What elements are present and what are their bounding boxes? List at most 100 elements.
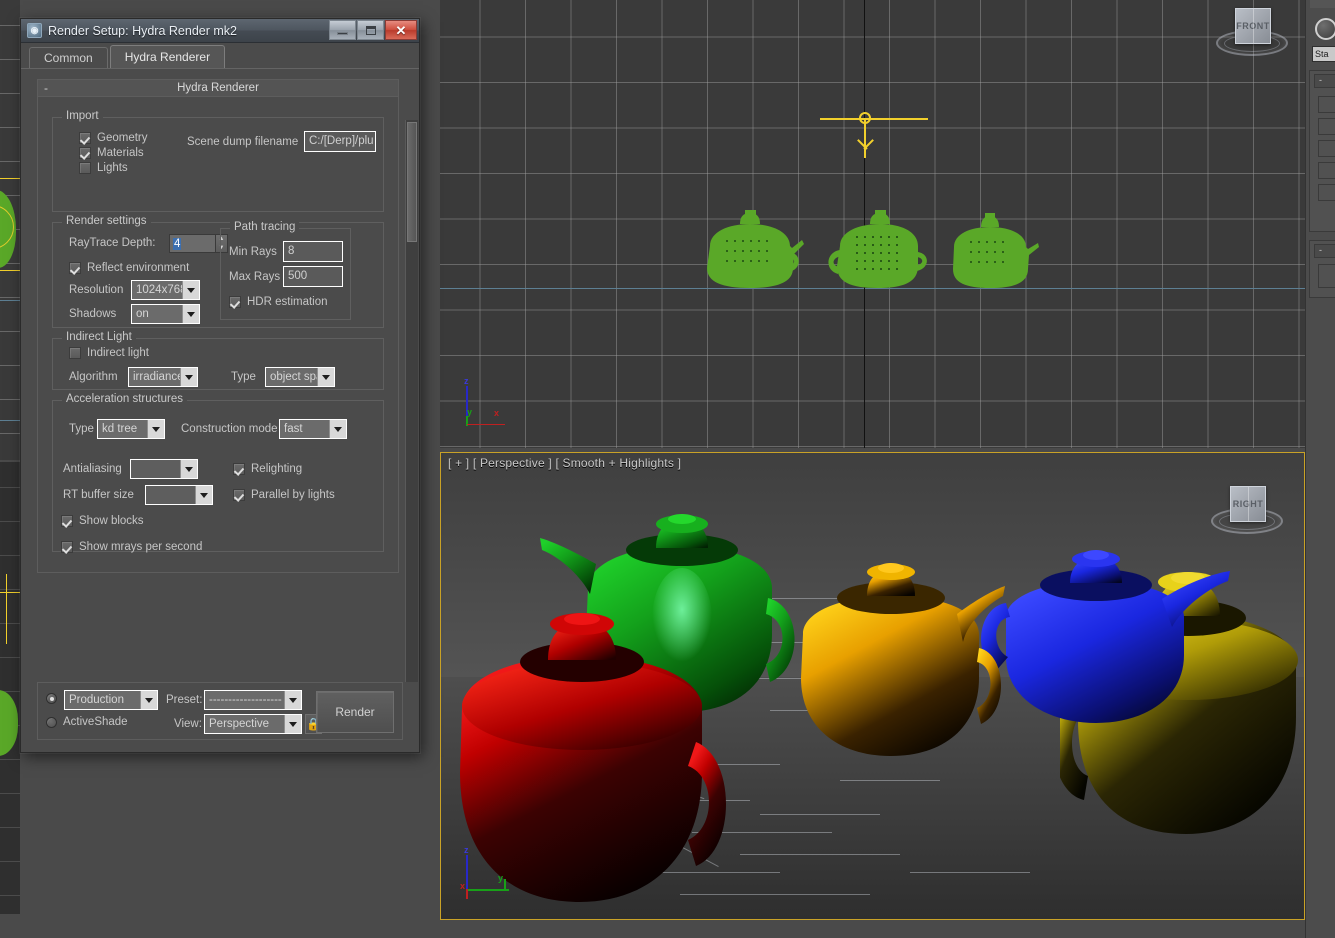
- max-rays-input[interactable]: 500: [283, 266, 343, 287]
- viewport-bottom-left-sliver[interactable]: [0, 462, 20, 914]
- label-resolution: Resolution: [69, 284, 123, 296]
- window-buttons[interactable]: ✕: [328, 20, 417, 40]
- maximize-button[interactable]: [357, 20, 384, 40]
- scene-dump-filename-input[interactable]: C:/[Derp]/plu: [304, 131, 376, 152]
- accel-type-dropdown[interactable]: kd tree: [97, 419, 165, 439]
- radio-activeshade[interactable]: ActiveShade: [46, 716, 128, 728]
- viewport-front[interactable]: z y x FRONT: [440, 0, 1305, 448]
- chevron-down-icon[interactable]: [180, 460, 197, 478]
- render-setup-dialog[interactable]: ◉ Render Setup: Hydra Render mk2 ✕ Commo…: [20, 18, 420, 753]
- shadows-value: on: [136, 308, 167, 320]
- indirect-type-dropdown[interactable]: object spa: [265, 367, 335, 387]
- teapot-blue[interactable]: [966, 537, 1246, 777]
- checkbox-hdr-estimation[interactable]: HDR estimation: [229, 296, 328, 308]
- checkbox-lights[interactable]: Lights: [79, 162, 148, 174]
- viewcube-perspective[interactable]: RIGHT: [1209, 480, 1285, 546]
- command-panel-button[interactable]: [1318, 118, 1335, 135]
- axis-tripod-front: z y x: [456, 378, 516, 433]
- viewcube-seam: [1248, 487, 1249, 521]
- chevron-down-icon[interactable]: [182, 305, 199, 323]
- checkbox-label: Parallel by lights: [251, 489, 335, 501]
- rt-buffer-size-dropdown[interactable]: [145, 485, 213, 505]
- teapot-silhouette-front-2[interactable]: [818, 210, 934, 292]
- teapot-silhouette-front-1[interactable]: [698, 210, 808, 292]
- chevron-down-icon[interactable]: [284, 691, 301, 709]
- dialog-titlebar[interactable]: ◉ Render Setup: Hydra Render mk2 ✕: [21, 19, 419, 43]
- raytrace-depth-input[interactable]: 4: [169, 234, 215, 253]
- chevron-down-icon[interactable]: [180, 368, 197, 386]
- floor-line: [910, 872, 1030, 873]
- rollout-header[interactable]: - Hydra Renderer: [38, 80, 398, 97]
- command-panel-button[interactable]: [1318, 96, 1335, 113]
- dialog-scrollbar[interactable]: [405, 120, 418, 682]
- renderer-mode-dropdown[interactable]: Production: [64, 690, 158, 710]
- render-button[interactable]: Render: [316, 691, 394, 733]
- checkbox-indirect-light[interactable]: Indirect light: [69, 347, 149, 359]
- radio-production[interactable]: [46, 693, 63, 704]
- viewport-divider[interactable]: [440, 448, 1305, 452]
- tab-common[interactable]: Common: [29, 47, 108, 68]
- chevron-down-icon[interactable]: [329, 420, 346, 438]
- chevron-down-icon[interactable]: [195, 486, 212, 504]
- render-setup-icon: ◉: [27, 23, 42, 38]
- direct-light-gizmo[interactable]: [820, 108, 930, 168]
- command-panel[interactable]: Sta - -: [1305, 0, 1335, 938]
- algorithm-dropdown[interactable]: irradiance: [128, 367, 198, 387]
- resolution-dropdown[interactable]: 1024x768: [131, 280, 200, 300]
- command-panel-rollout-header-2[interactable]: -: [1314, 244, 1335, 258]
- scrollbar-thumb[interactable]: [407, 122, 417, 242]
- command-panel-rollout-header-1[interactable]: -: [1314, 74, 1335, 88]
- command-panel-button[interactable]: [1318, 162, 1335, 179]
- tab-label: Hydra Renderer: [125, 50, 210, 64]
- tab-hydra-renderer[interactable]: Hydra Renderer: [110, 45, 225, 68]
- shadows-dropdown[interactable]: on: [131, 304, 200, 324]
- min-rays-input[interactable]: 8: [283, 241, 343, 262]
- viewcube-cube[interactable]: RIGHT: [1230, 486, 1266, 522]
- chevron-down-icon[interactable]: [182, 281, 199, 299]
- command-panel-button[interactable]: [1318, 184, 1335, 201]
- viewcube-front[interactable]: FRONT: [1214, 2, 1290, 68]
- renderer-mode-value: Production: [69, 694, 142, 706]
- floor-line: [740, 854, 900, 855]
- raytrace-depth-value: 4: [173, 238, 181, 250]
- checkbox-box: [79, 162, 91, 174]
- light-gizmo-line: [0, 270, 20, 271]
- axis-label-z: z: [464, 845, 469, 855]
- command-panel-button[interactable]: [1318, 140, 1335, 157]
- close-button[interactable]: ✕: [385, 20, 417, 40]
- construction-mode-dropdown[interactable]: fast: [279, 419, 347, 439]
- minimize-icon: [337, 32, 348, 35]
- minimize-button[interactable]: [329, 20, 356, 40]
- checkbox-relighting[interactable]: Relighting: [233, 463, 302, 475]
- viewport-top-left-sliver[interactable]: [0, 0, 20, 460]
- checkbox-reflect-environment[interactable]: Reflect environment: [69, 262, 189, 274]
- render-command-bar: Production ActiveShade Preset: ---------…: [37, 682, 403, 740]
- checkbox-show-mrays[interactable]: Show mrays per second: [61, 541, 202, 553]
- view-dropdown[interactable]: Perspective: [204, 714, 302, 734]
- checkbox-materials[interactable]: Materials: [79, 147, 148, 159]
- chevron-down-icon[interactable]: [140, 691, 157, 709]
- chevron-down-icon[interactable]: [147, 420, 164, 438]
- antialiasing-dropdown[interactable]: [130, 459, 198, 479]
- command-panel-color-swatch[interactable]: [1315, 18, 1335, 40]
- preset-dropdown[interactable]: -------------------: [204, 690, 302, 710]
- checkbox-label: Show blocks: [79, 515, 144, 527]
- checkbox-show-blocks[interactable]: Show blocks: [61, 515, 144, 527]
- checkbox-label: Reflect environment: [87, 262, 189, 274]
- checkbox-geometry[interactable]: Geometry: [79, 132, 148, 144]
- rollout-collapse-glyph[interactable]: -: [44, 81, 48, 95]
- command-panel-button[interactable]: [1318, 264, 1335, 288]
- command-panel-name-field[interactable]: Sta: [1312, 46, 1335, 62]
- command-panel-tab-strip[interactable]: [1310, 0, 1335, 8]
- chevron-down-icon[interactable]: [317, 368, 334, 386]
- teapot-silhouette-front-3[interactable]: [942, 213, 1042, 291]
- viewport-perspective[interactable]: z y x RIGHT [ + ] [ Perspective ] [ Smoo…: [440, 452, 1305, 920]
- checkbox-parallel-by-lights[interactable]: Parallel by lights: [233, 489, 335, 501]
- dialog-tabs[interactable]: Common Hydra Renderer: [21, 43, 419, 69]
- light-gizmo-shaft: [864, 118, 866, 158]
- rollout-title: Hydra Renderer: [177, 82, 259, 94]
- chevron-down-icon[interactable]: [284, 715, 301, 733]
- floor-line: [760, 814, 880, 815]
- viewcube-cube[interactable]: FRONT: [1235, 8, 1271, 44]
- viewport-label-perspective[interactable]: [ + ] [ Perspective ] [ Smooth + Highlig…: [448, 456, 681, 470]
